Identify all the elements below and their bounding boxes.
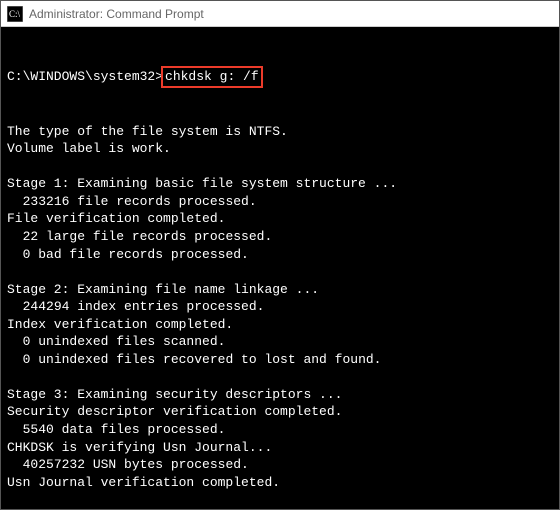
command-line: C:\WINDOWS\system32>chkdsk g: /f — [7, 66, 553, 88]
output-line: Usn Journal verification completed. — [7, 474, 553, 492]
output-line — [7, 263, 553, 281]
output-line: Stage 1: Examining basic file system str… — [7, 175, 553, 193]
output-line: 0 unindexed files recovered to lost and … — [7, 351, 553, 369]
output-line: 40257232 USN bytes processed. — [7, 456, 553, 474]
output-line: Volume label is work. — [7, 140, 553, 158]
svg-text:C:\: C:\ — [9, 9, 21, 19]
output-line: 22 large file records processed. — [7, 228, 553, 246]
output-line: 5540 data files processed. — [7, 421, 553, 439]
output-line: CHKDSK is verifying Usn Journal... — [7, 439, 553, 457]
window-title: Administrator: Command Prompt — [29, 7, 204, 21]
output-line: Security descriptor verification complet… — [7, 403, 553, 421]
output-line: 0 unindexed files scanned. — [7, 333, 553, 351]
typed-command: chkdsk g: /f — [161, 66, 263, 88]
prompt-path: C:\WINDOWS\system32> — [7, 68, 163, 86]
output-line: 0 bad file records processed. — [7, 246, 553, 264]
cmd-icon: C:\ — [7, 6, 23, 22]
output-line — [7, 158, 553, 176]
output-container: The type of the file system is NTFS.Volu… — [7, 123, 553, 509]
output-line — [7, 368, 553, 386]
titlebar[interactable]: C:\ Administrator: Command Prompt — [1, 1, 559, 27]
output-line: 233216 file records processed. — [7, 193, 553, 211]
output-line: Stage 3: Examining security descriptors … — [7, 386, 553, 404]
output-line: 244294 index entries processed. — [7, 298, 553, 316]
output-line: The type of the file system is NTFS. — [7, 123, 553, 141]
output-line: Index verification completed. — [7, 316, 553, 334]
output-line: File verification completed. — [7, 210, 553, 228]
output-line: Stage 2: Examining file name linkage ... — [7, 281, 553, 299]
command-prompt-window: C:\ Administrator: Command Prompt C:\WIN… — [0, 0, 560, 510]
terminal-area[interactable]: C:\WINDOWS\system32>chkdsk g: /f The typ… — [1, 27, 559, 509]
output-line — [7, 491, 553, 509]
